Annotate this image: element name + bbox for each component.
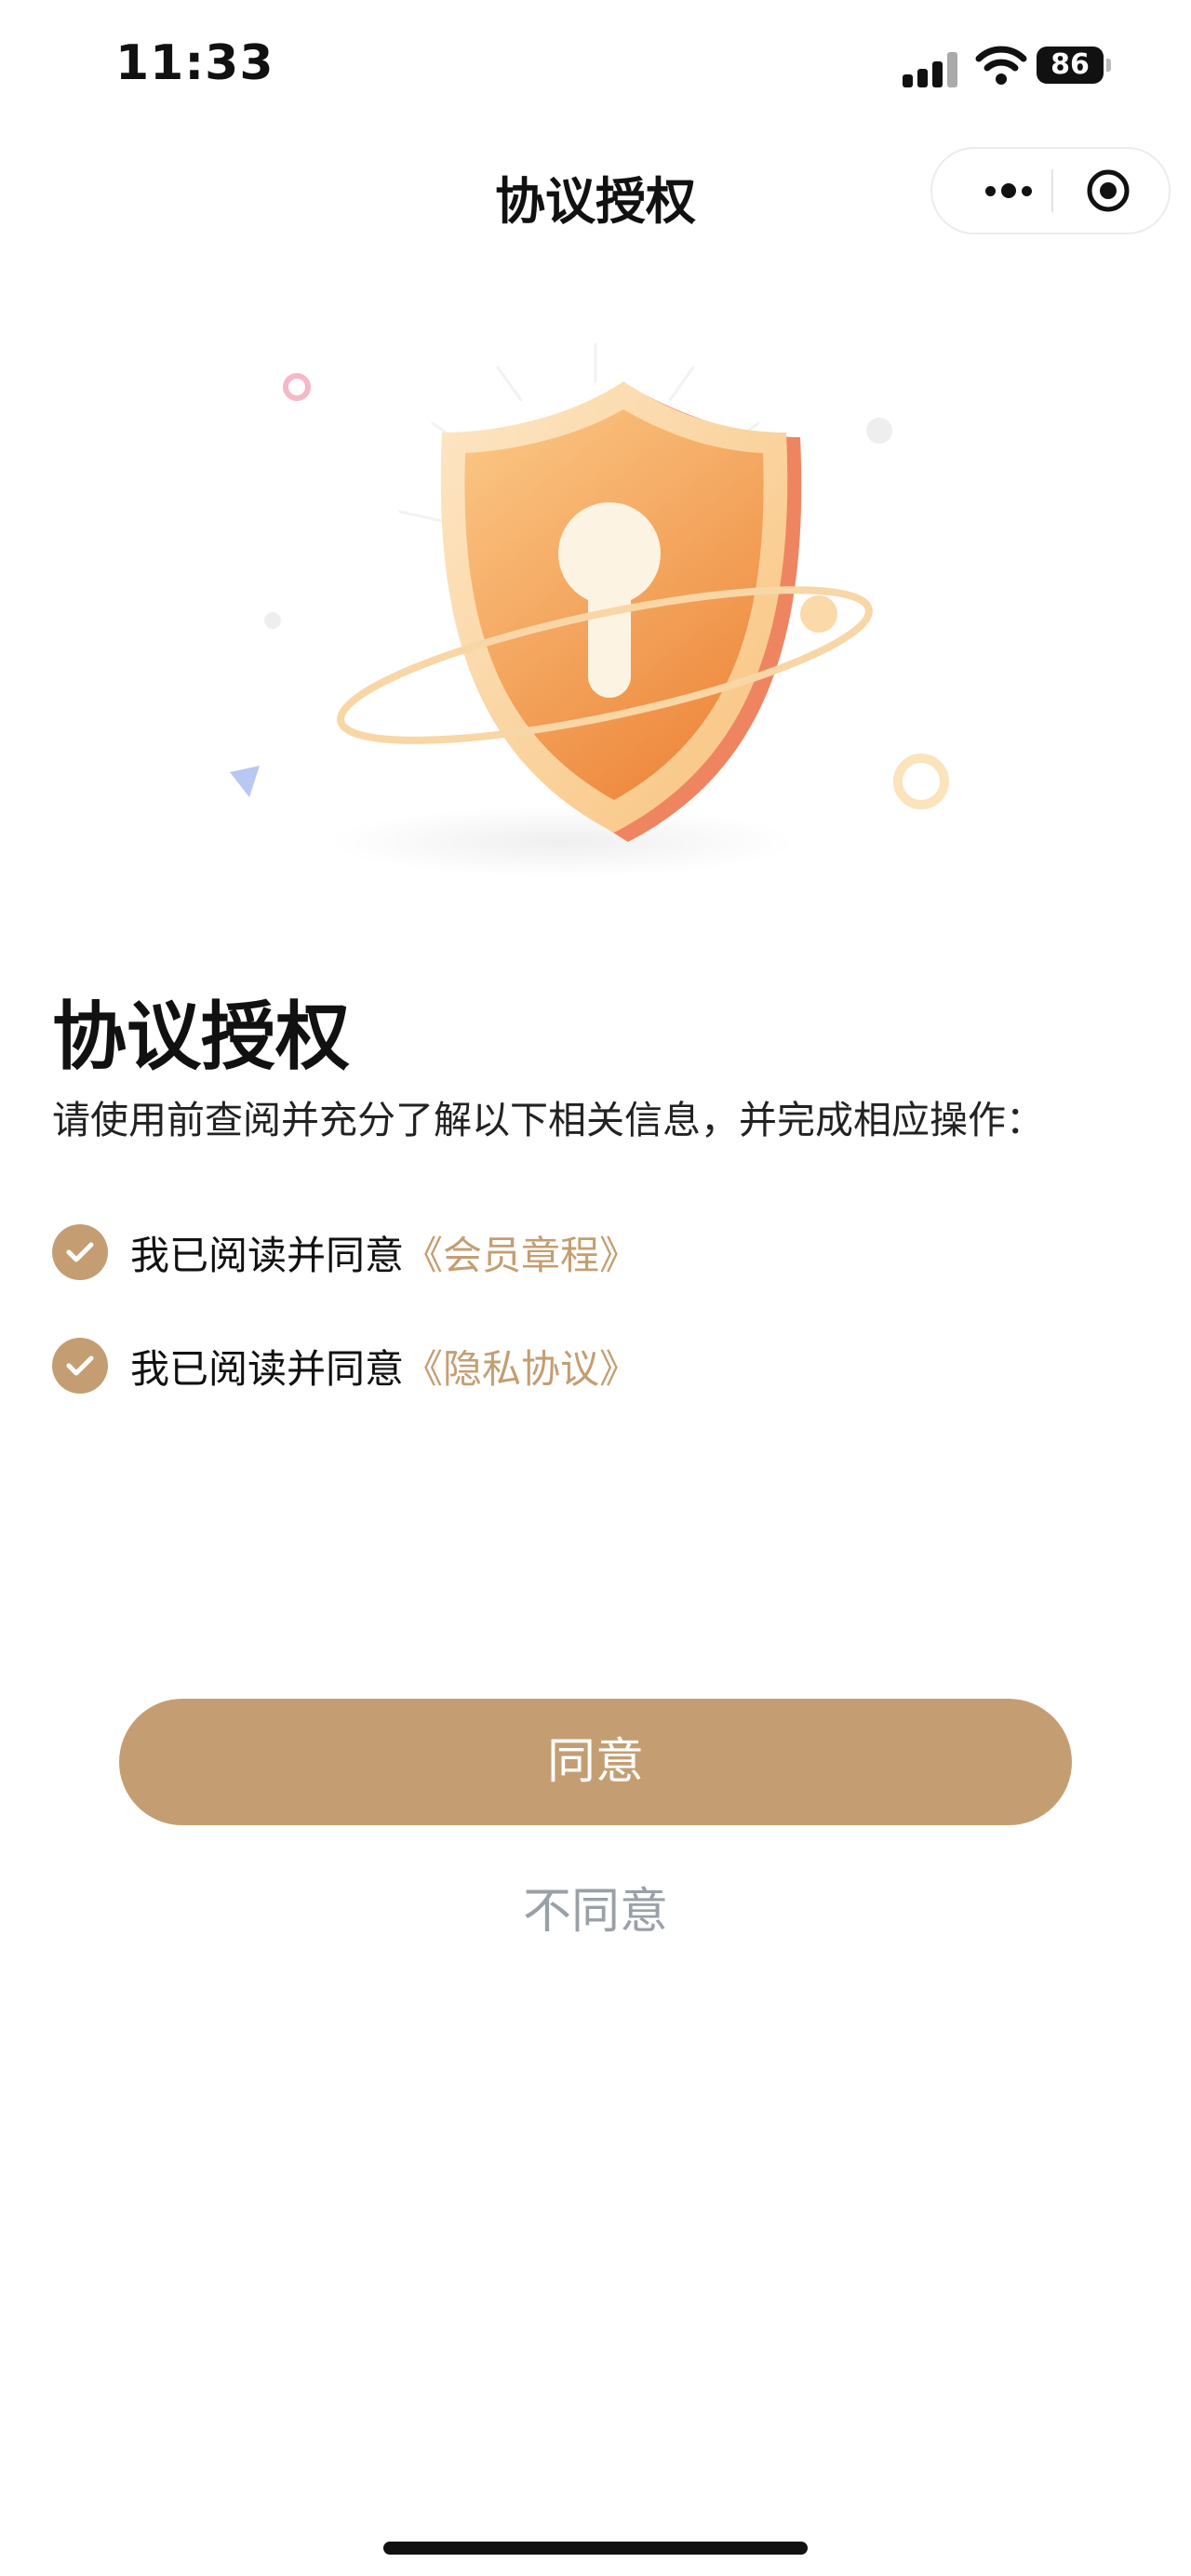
capsule-divider — [1051, 169, 1053, 212]
target-close-icon[interactable] — [1085, 167, 1131, 214]
agreement-label: 我已阅读并同意 — [130, 1345, 405, 1392]
agreement-row-privacy[interactable]: 我已阅读并同意 《隐私协议》 — [52, 1336, 638, 1395]
agreement-label: 我已阅读并同意 — [130, 1232, 405, 1278]
membership-charter-link[interactable]: 《会员章程》 — [404, 1224, 638, 1281]
check-icon[interactable] — [52, 1224, 108, 1280]
page-title: 协议授权 — [52, 994, 350, 1080]
agree-button[interactable]: 同意 — [119, 1699, 1072, 1825]
cellular-signal-icon — [903, 50, 960, 87]
privacy-agreement-link[interactable]: 《隐私协议》 — [404, 1338, 638, 1395]
battery-icon: 86 — [1037, 47, 1111, 84]
battery-level: 86 — [1037, 47, 1104, 84]
status-time: 11:33 — [115, 35, 274, 91]
shield-lock-illustration — [230, 342, 949, 877]
check-icon[interactable] — [52, 1338, 108, 1394]
page-subtitle: 请使用前查阅并充分了解以下相关信息，并完成相应操作： — [52, 1098, 1044, 1142]
agreement-row-membership[interactable]: 我已阅读并同意 《会员章程》 — [52, 1222, 638, 1282]
home-indicator[interactable] — [383, 2542, 808, 2555]
more-dots-icon[interactable] — [966, 149, 1051, 233]
disagree-button[interactable]: 不同意 — [0, 1872, 1191, 1942]
mini-program-capsule — [930, 147, 1171, 234]
wifi-icon — [975, 46, 1027, 85]
